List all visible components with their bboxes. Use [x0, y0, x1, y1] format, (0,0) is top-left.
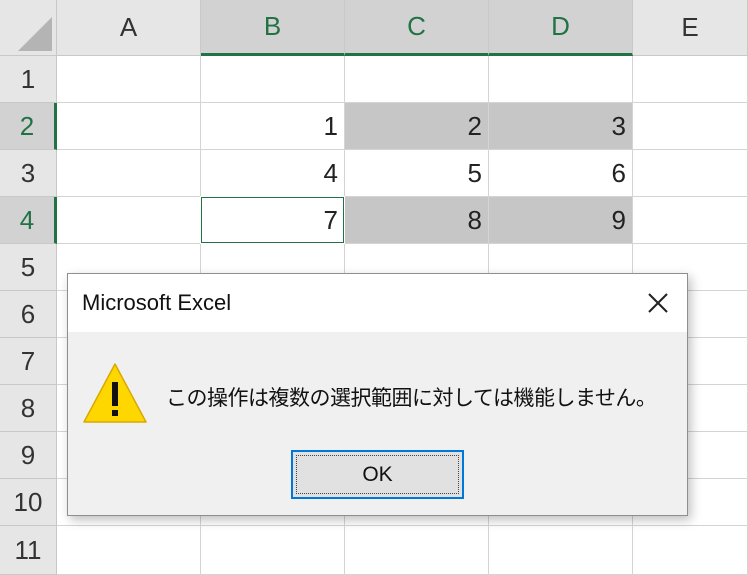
column-header-e[interactable]: E	[633, 0, 748, 56]
row-header-10[interactable]: 10	[0, 479, 57, 526]
cell-a2[interactable]	[57, 103, 201, 150]
ok-button[interactable]: OK	[291, 450, 464, 499]
row-header-3[interactable]: 3	[0, 150, 57, 197]
dialog-message: この操作は複数の選択範囲に対しては機能しません。	[166, 386, 657, 410]
cell-d3[interactable]: 6	[489, 150, 633, 197]
row-header-7[interactable]: 7	[0, 338, 57, 385]
cell-a11[interactable]	[57, 526, 201, 575]
row-header-2[interactable]: 2	[0, 103, 57, 150]
cell-d2[interactable]: 3	[489, 103, 633, 150]
cell-a1[interactable]	[57, 56, 201, 103]
row-header-8[interactable]: 8	[0, 385, 57, 432]
cell-c11[interactable]	[345, 526, 489, 575]
dialog-title: Microsoft Excel	[82, 290, 232, 315]
cell-c1[interactable]	[345, 56, 489, 103]
row-header-11[interactable]: 11	[0, 526, 57, 575]
select-all-triangle-icon	[18, 17, 52, 51]
column-header-b[interactable]: B	[201, 0, 345, 56]
warning-icon	[82, 362, 148, 429]
cell-b3[interactable]: 4	[201, 150, 345, 197]
row-header-5[interactable]: 5	[0, 244, 57, 291]
dialog-close-button[interactable]	[637, 282, 679, 324]
row-header-6[interactable]: 6	[0, 291, 57, 338]
column-header-c[interactable]: C	[345, 0, 489, 56]
cell-d4[interactable]: 9	[489, 197, 633, 244]
cell-e1[interactable]	[633, 56, 748, 103]
cell-e3[interactable]	[633, 150, 748, 197]
cell-c4[interactable]: 8	[345, 197, 489, 244]
row-header-4[interactable]: 4	[0, 197, 57, 244]
column-header-a[interactable]: A	[57, 0, 201, 56]
select-all-corner[interactable]	[0, 0, 57, 56]
active-cell-outline	[200, 196, 345, 244]
column-header-d[interactable]: D	[489, 0, 633, 56]
message-dialog: Microsoft Excel この操作は複数の選択範囲に対しては機能しません。…	[67, 273, 688, 516]
cell-b11[interactable]	[201, 526, 345, 575]
cell-e4[interactable]	[633, 197, 748, 244]
cell-e11[interactable]	[633, 526, 748, 575]
cell-d11[interactable]	[489, 526, 633, 575]
cell-b1[interactable]	[201, 56, 345, 103]
cell-c3[interactable]: 5	[345, 150, 489, 197]
cell-a4[interactable]	[57, 197, 201, 244]
row-header-9[interactable]: 9	[0, 432, 57, 479]
cell-b2[interactable]: 1	[201, 103, 345, 150]
cell-e2[interactable]	[633, 103, 748, 150]
cell-c2[interactable]: 2	[345, 103, 489, 150]
cell-a3[interactable]	[57, 150, 201, 197]
cell-d1[interactable]	[489, 56, 633, 103]
row-header-1[interactable]: 1	[0, 56, 57, 103]
close-icon	[648, 293, 668, 313]
